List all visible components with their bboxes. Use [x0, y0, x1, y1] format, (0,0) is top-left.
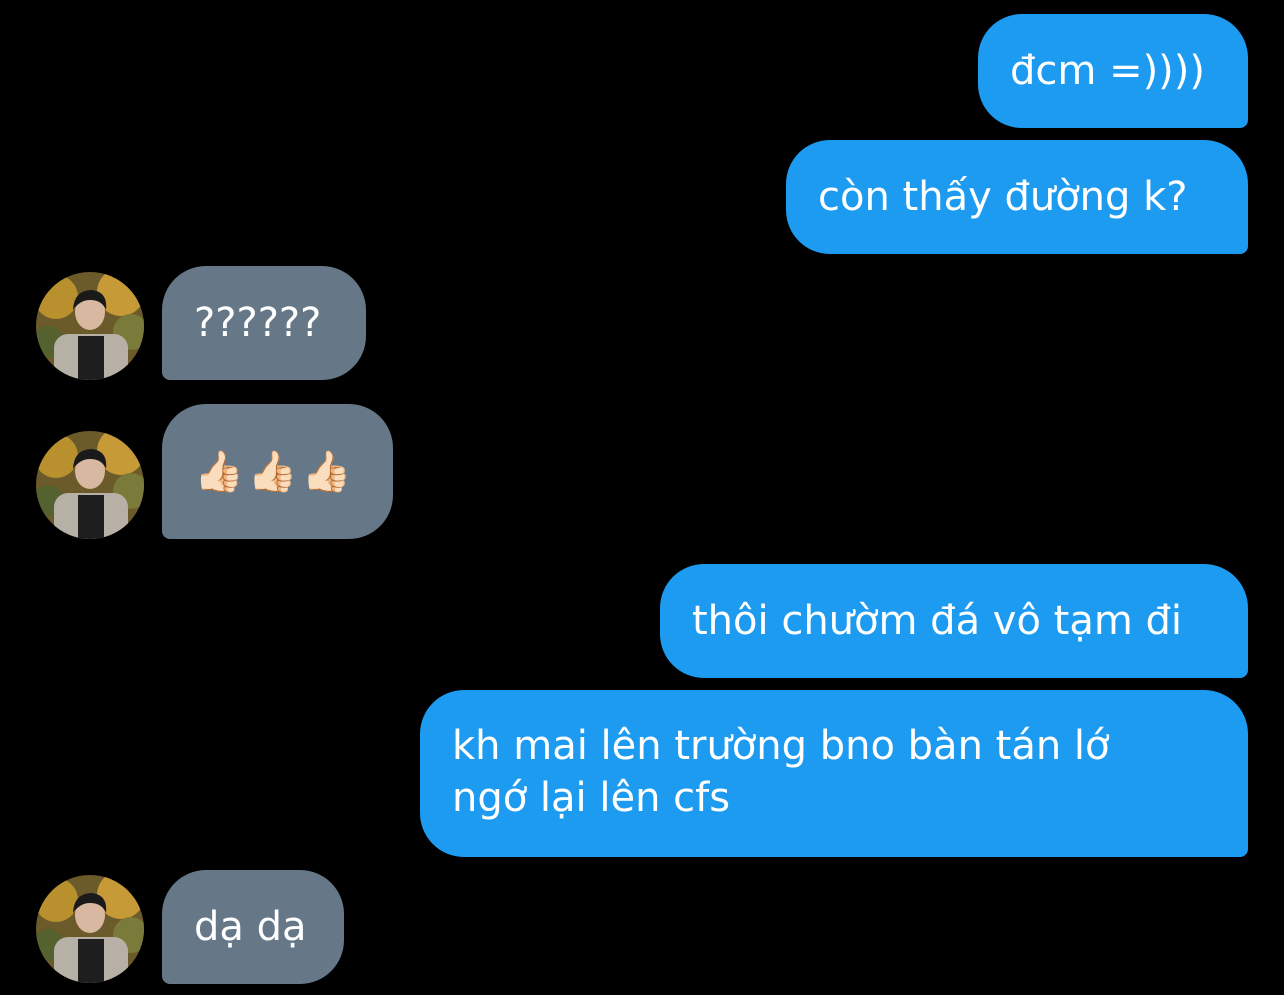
message-bubble-sent[interactable]: đcm =)))) [978, 14, 1248, 128]
message-text: ?????? [194, 300, 322, 346]
message-text-line: ngớ lại lên cfs [452, 775, 731, 821]
message-text: đcm =)))) [1010, 48, 1205, 94]
contact-avatar[interactable] [36, 875, 144, 983]
message-bubble-received[interactable]: ?????? [162, 266, 366, 380]
message-bubble-received[interactable]: 👍🏻👍🏻👍🏻 [162, 404, 393, 539]
message-bubble-sent[interactable]: kh mai lên trường bno bàn tán lớ ngớ lại… [420, 690, 1248, 857]
message-text: còn thấy đường k? [818, 174, 1188, 220]
avatar-photo-icon [36, 875, 144, 983]
message-bubble-sent[interactable]: thôi chườm đá vô tạm đi [660, 564, 1248, 678]
thumbs-up-emoji: 👍🏻👍🏻👍🏻 [194, 448, 356, 495]
avatar-photo-icon [36, 272, 144, 380]
message-text-line: kh mai lên trường bno bàn tán lớ [452, 723, 1110, 769]
avatar-photo-icon [36, 431, 144, 539]
message-bubble-sent[interactable]: còn thấy đường k? [786, 140, 1248, 254]
contact-avatar[interactable] [36, 431, 144, 539]
message-text: thôi chườm đá vô tạm đi [692, 598, 1183, 644]
message-text: dạ dạ [194, 904, 307, 950]
message-bubble-received[interactable]: dạ dạ [162, 870, 344, 984]
contact-avatar[interactable] [36, 272, 144, 380]
